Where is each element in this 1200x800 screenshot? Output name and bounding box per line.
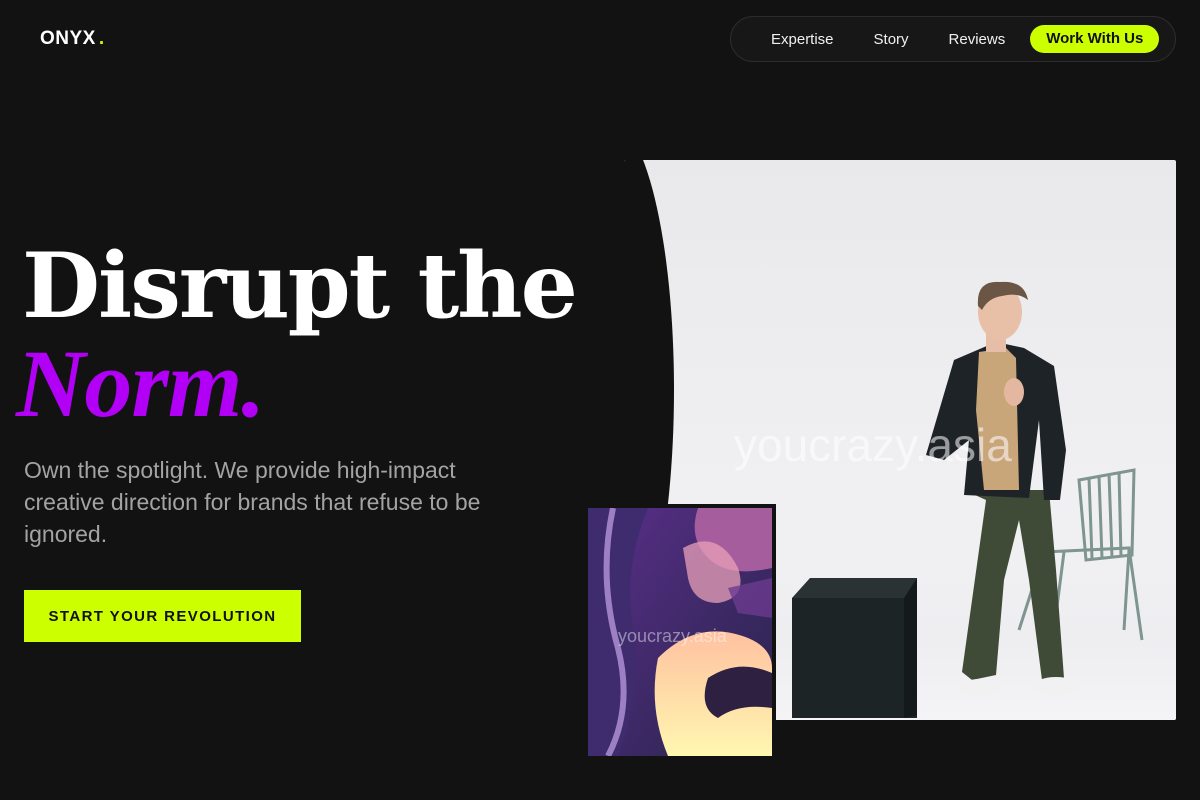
brand-dot: .: [98, 28, 105, 49]
brand-name: ONYX: [40, 28, 96, 49]
black-box-illustration: [792, 578, 917, 718]
brand-logo[interactable]: ONYX.: [40, 28, 105, 50]
nav-link-story[interactable]: Story: [874, 31, 909, 48]
main-nav: Expertise Story Reviews Work With Us: [730, 16, 1176, 62]
nav-link-reviews[interactable]: Reviews: [949, 31, 1006, 48]
nav-link-expertise[interactable]: Expertise: [771, 31, 834, 48]
artwork-frame: youcrazy.asia: [586, 504, 776, 756]
hero-headline: Disrupt the: [22, 233, 578, 339]
start-revolution-button[interactable]: START YOUR REVOLUTION: [24, 590, 301, 642]
hero-subtitle: Own the spotlight. We provide high-impac…: [24, 457, 481, 547]
watermark-main: youcrazy.asia: [734, 419, 1012, 471]
watermark-art: youcrazy.asia: [618, 626, 727, 646]
work-with-us-button[interactable]: Work With Us: [1030, 25, 1160, 53]
hero-headline-accent: Norm.: [16, 330, 265, 437]
artwork-image: youcrazy.asia: [588, 508, 772, 756]
